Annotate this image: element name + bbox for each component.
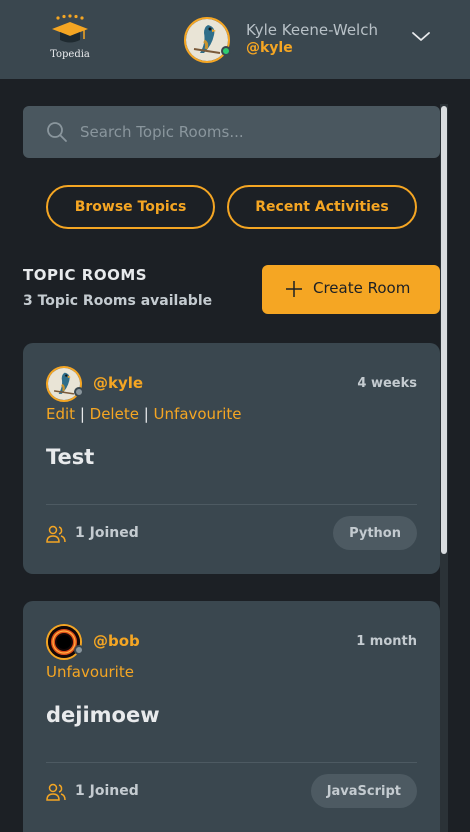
search-icon (47, 122, 67, 142)
offline-status-dot (74, 387, 84, 397)
user-name: Kyle Keene-Welch (246, 21, 378, 39)
create-room-label: Create Room (313, 279, 411, 297)
action-separator: | (138, 405, 154, 423)
topic-tag[interactable]: JavaScript (310, 774, 417, 808)
topic-tag[interactable]: Python (333, 516, 417, 550)
room-actions: Edit | Delete | Unfavourite (46, 405, 242, 423)
unfavourite-link[interactable]: Unfavourite (154, 405, 242, 423)
user-handle: @kyle (246, 40, 293, 56)
joined-count: 1 Joined (75, 525, 139, 541)
browse-topics-button[interactable]: Browse Topics (46, 185, 215, 229)
chevron-down-icon[interactable] (410, 26, 432, 46)
room-time: 1 month (356, 634, 417, 649)
app-header: Topedia Kyle Keene-Welch @kyle (0, 0, 470, 79)
users-icon (46, 525, 66, 543)
create-room-button[interactable]: Create Room (262, 265, 440, 314)
topic-rooms-count: 3 Topic Rooms available (23, 293, 213, 309)
room-card[interactable]: @bob 1 month Unfavourite dejimoew 1 Join… (23, 601, 440, 832)
room-title[interactable]: Test (46, 445, 94, 469)
room-actions: Unfavourite (46, 663, 134, 681)
room-time: 4 weeks (357, 376, 417, 391)
search-bar[interactable]: Search Topic Rooms... (23, 106, 440, 158)
topic-rooms-title: TOPIC ROOMS (23, 266, 148, 284)
joined-count: 1 Joined (75, 783, 139, 799)
card-divider (46, 504, 417, 505)
logo-text: Topedia (50, 49, 90, 60)
plus-icon (286, 281, 302, 297)
user-avatar[interactable] (184, 17, 230, 63)
room-host-handle[interactable]: @bob (93, 632, 140, 650)
room-host-handle[interactable]: @kyle (93, 374, 143, 392)
room-card[interactable]: @kyle 4 weeks Edit | Delete | Unfavourit… (23, 343, 440, 574)
topedia-logo[interactable]: Topedia (50, 14, 90, 62)
search-input[interactable]: Search Topic Rooms... (80, 123, 244, 141)
scrollbar-thumb[interactable] (441, 106, 447, 554)
delete-link[interactable]: Delete (90, 405, 139, 423)
action-separator: | (75, 405, 90, 423)
users-icon (46, 783, 66, 801)
edit-link[interactable]: Edit (46, 405, 75, 423)
room-title[interactable]: dejimoew (46, 703, 160, 727)
graduation-cap-icon (52, 14, 88, 43)
card-divider (46, 762, 417, 763)
online-status-dot (221, 46, 231, 56)
offline-status-dot (74, 645, 84, 655)
recent-activities-button[interactable]: Recent Activities (227, 185, 417, 229)
unfavourite-link[interactable]: Unfavourite (46, 663, 134, 681)
